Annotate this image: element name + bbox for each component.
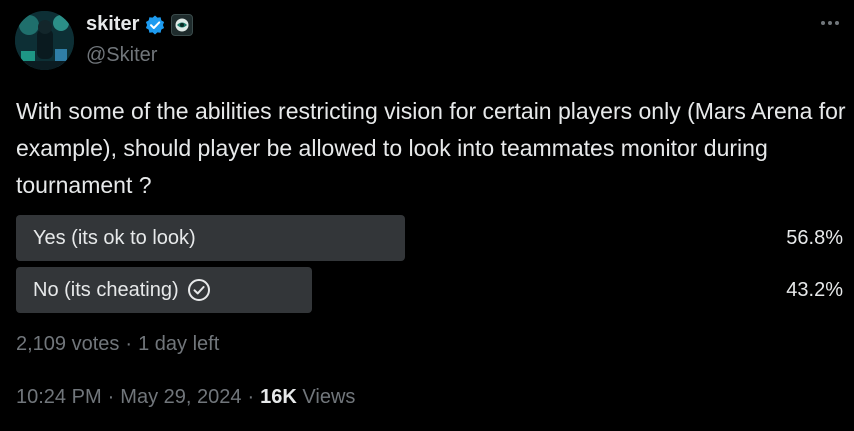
more-dot <box>821 21 825 25</box>
tweet-meta: 10:24 PM · May 29, 2024 · 16K Views <box>16 386 355 409</box>
separator: · <box>125 333 133 355</box>
poll-option[interactable]: Yes (its ok to look) 56.8% <box>16 215 844 261</box>
tweet-header: skiter @Skiter <box>15 11 845 71</box>
author-name[interactable]: skiter <box>86 13 139 36</box>
poll-option-label: Yes (its ok to look) <box>33 227 196 249</box>
views[interactable]: 16K Views <box>260 386 355 409</box>
avatar[interactable] <box>15 11 74 70</box>
poll-vote-count: 2,109 votes <box>16 333 120 355</box>
avatar-image <box>15 11 74 70</box>
views-count: 16K <box>260 386 297 408</box>
check-circle-icon <box>187 279 210 301</box>
affiliate-logo-icon <box>175 18 189 31</box>
poll-option-label: No (its cheating) <box>33 279 179 301</box>
poll-summary: 2,109 votes · 1 day left <box>16 333 219 356</box>
separator: · <box>107 386 115 408</box>
tweet-date[interactable]: May 29, 2024 <box>120 386 241 409</box>
poll-option-label-wrap: No (its cheating) <box>33 267 211 313</box>
tweet-text: With some of the abilities restricting v… <box>16 98 846 198</box>
affiliate-badge-icon[interactable] <box>171 13 194 36</box>
author-name-row: skiter <box>86 13 194 36</box>
poll-option-percent: 56.8% <box>786 227 843 249</box>
more-dot <box>828 21 832 25</box>
views-label: Views <box>302 386 356 408</box>
verified-badge-icon[interactable] <box>144 14 166 36</box>
poll-time-left: 1 day left <box>138 333 220 355</box>
tweet-time[interactable]: 10:24 PM <box>16 386 102 409</box>
author-handle[interactable]: @Skiter <box>86 44 157 67</box>
more-dot <box>835 21 839 25</box>
poll-option-label-wrap: Yes (its ok to look) <box>33 215 196 261</box>
poll-option[interactable]: No (its cheating) 43.2% <box>16 267 844 313</box>
poll-option-percent: 43.2% <box>786 279 843 301</box>
separator: · <box>247 386 255 408</box>
more-icon[interactable] <box>817 13 843 33</box>
